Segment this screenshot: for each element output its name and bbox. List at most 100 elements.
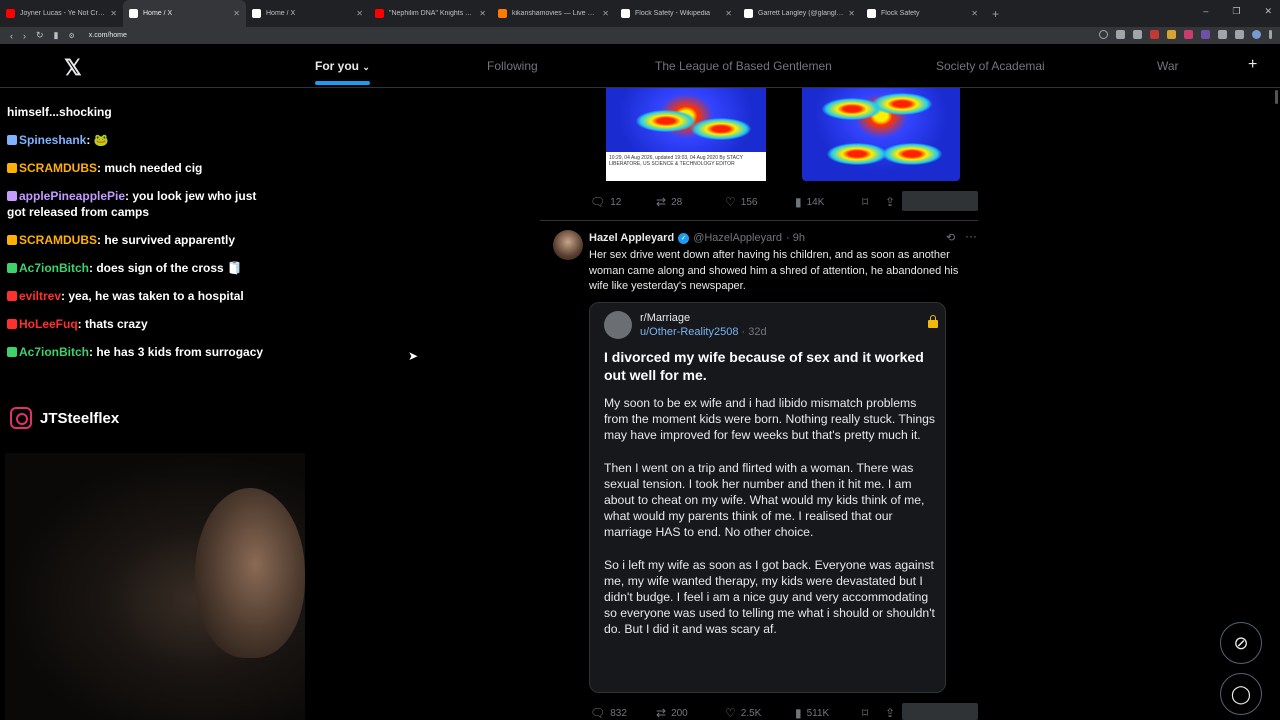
bookmark-button[interactable]: ⌑ [862,706,868,720]
extension-icon[interactable] [1235,30,1244,39]
share-button[interactable]: ⇪ [885,706,895,720]
add-tab-icon[interactable]: + [1248,56,1257,74]
tweet-time[interactable]: · 9h [786,232,805,244]
favicon-icon [498,9,507,18]
chat-text: : does sign of the cross 🧻 [89,261,242,275]
chat-username: Ac7ionBitch [19,345,90,359]
views-icon: ▮ [795,706,802,720]
grok-icon[interactable]: ⟲ [946,231,955,244]
close-tab-icon[interactable]: ✕ [233,9,240,18]
extension-icon[interactable] [1218,30,1227,39]
tab-war[interactable]: War [1157,59,1179,73]
chat-text: : yea, he was taken to a hospital [61,289,244,303]
browser-tab[interactable]: Flock Safety - Wikipedia ✕ [615,0,738,27]
share-icon: ⇪ [885,706,896,720]
chat-message: SCRAMDUBS: he survived apparently [7,232,277,248]
browser-tab[interactable]: Home / X ✕ [123,0,246,27]
site-info-icon[interactable]: ⚙ [69,32,75,40]
back-icon[interactable]: ‹ [10,31,13,41]
chat-text: : he has 3 kids from surrogacy [89,345,264,359]
avatar[interactable] [553,230,583,260]
views-icon: ▮ [795,195,802,209]
extension-icon[interactable] [1150,30,1159,39]
close-tab-icon[interactable]: ✕ [848,9,855,18]
url-field[interactable]: x.com/home [89,32,127,39]
author-name[interactable]: Hazel Appleyard [589,232,674,244]
extension-icon[interactable] [1184,30,1193,39]
forward-icon[interactable]: › [23,31,26,41]
browser-tab-label: Flock Safety [881,10,920,17]
bookmark-icon[interactable]: ▮ [54,30,59,41]
close-tab-icon[interactable]: ✕ [725,9,732,18]
reply-button[interactable]: 🗨 12 [590,195,621,209]
share-icon: ⇪ [885,195,896,209]
menu-icon[interactable] [1269,30,1272,39]
instagram-name: JTSteelflex [40,409,120,427]
webcam-feed [5,453,305,720]
like-button[interactable]: ♡ 156 [725,195,757,209]
tab-society[interactable]: Society of Academai [936,59,1045,73]
mouse-cursor-icon: ➤ [408,349,419,363]
browser-tab[interactable]: "Nephilim DNA" Knights Templar, Re ✕ [369,0,492,27]
star-icon[interactable] [1133,30,1142,39]
lock-icon [928,315,938,328]
reply-button[interactable]: 🗨 832 [590,706,627,720]
subreddit-avatar [604,311,632,339]
browser-tab[interactable]: Garrett Langley (@glangley) / X✕ [738,0,861,27]
tab-following[interactable]: Following [487,59,538,73]
like-button[interactable]: ♡ 2.5K [725,706,761,720]
repost-button[interactable]: ⇄ 28 [656,195,682,209]
reddit-card-image[interactable]: r/Marriage u/Other-Reality2508 · 32d I d… [589,302,946,693]
share-button[interactable]: ⇪ [885,195,895,209]
card-body: My soon to be ex wife and i had libido m… [604,395,939,654]
messages-button[interactable]: ◯ [1220,673,1262,715]
instagram-handle: JTSteelflex [10,407,119,429]
browser-tab[interactable]: Home / X ✕ [246,0,369,27]
chat-username: Ac7ionBitch [19,261,90,275]
extension-icon[interactable] [1167,30,1176,39]
profile-avatar[interactable] [1252,30,1261,39]
instagram-icon [10,407,32,429]
views-button[interactable]: ▮ 14K [795,195,824,209]
browser-tab[interactable]: Flock Safety ✕ [861,0,984,27]
extension-icon[interactable] [1201,30,1210,39]
reply-icon: 🗨 [590,706,606,720]
minimize-icon[interactable]: – [1203,6,1208,17]
author-handle[interactable]: @HazelAppleyard [693,232,782,244]
card-paragraph: My soon to be ex wife and i had libido m… [604,396,936,443]
x-logo-icon[interactable]: 𝕏 [64,55,82,81]
maximize-icon[interactable]: ❐ [1232,6,1240,17]
scrollbar[interactable] [1275,90,1278,104]
more-icon[interactable]: ··· [965,229,977,243]
chat-badge-icon [7,291,17,301]
close-icon[interactable]: ✕ [1264,6,1272,17]
tab-for-you[interactable]: For you ⌄ [315,59,370,73]
views-button[interactable]: ▮ 511K [795,706,829,720]
zoom-icon[interactable] [1099,30,1108,39]
reload-icon[interactable]: ↻ [36,30,44,41]
browser-tab-label: kikanshamovies — Live Movie Chann [512,10,598,17]
close-tab-icon[interactable]: ✕ [602,9,609,18]
browser-tab[interactable]: kikanshamovies — Live Movie Chann ✕ [492,0,615,27]
new-tab-icon[interactable]: + [992,7,999,21]
close-tab-icon[interactable]: ✕ [479,9,486,18]
chat-message: Ac7ionBitch: he has 3 kids from surrogac… [7,344,277,360]
cast-icon[interactable] [1116,30,1125,39]
grok-button[interactable]: ⊘ [1220,622,1262,664]
favicon-icon [867,9,876,18]
repost-icon: ⇄ [656,706,667,720]
repost-button[interactable]: ⇄ 200 [656,706,688,720]
chat-message: Spineshank: 🐸 [7,132,277,148]
browser-tab[interactable]: Joyner Lucas - Ye Not Crazy (Official ✕ [0,0,123,27]
close-tab-icon[interactable]: ✕ [110,9,117,18]
heatmap-image[interactable] [802,88,960,181]
bookmark-button[interactable]: ⌑ [862,195,868,209]
tab-league[interactable]: The League of Based Gentlemen [655,59,832,73]
close-tab-icon[interactable]: ✕ [971,9,978,18]
chat-username: SCRAMDUBS [19,161,97,175]
chat-message: eviltrev: yea, he was taken to a hospita… [7,288,277,304]
reply-icon: 🗨 [590,195,606,209]
close-tab-icon[interactable]: ✕ [356,9,363,18]
chat-text: himself...shocking [7,105,112,119]
browser-tab-label: Home / X [266,10,296,17]
